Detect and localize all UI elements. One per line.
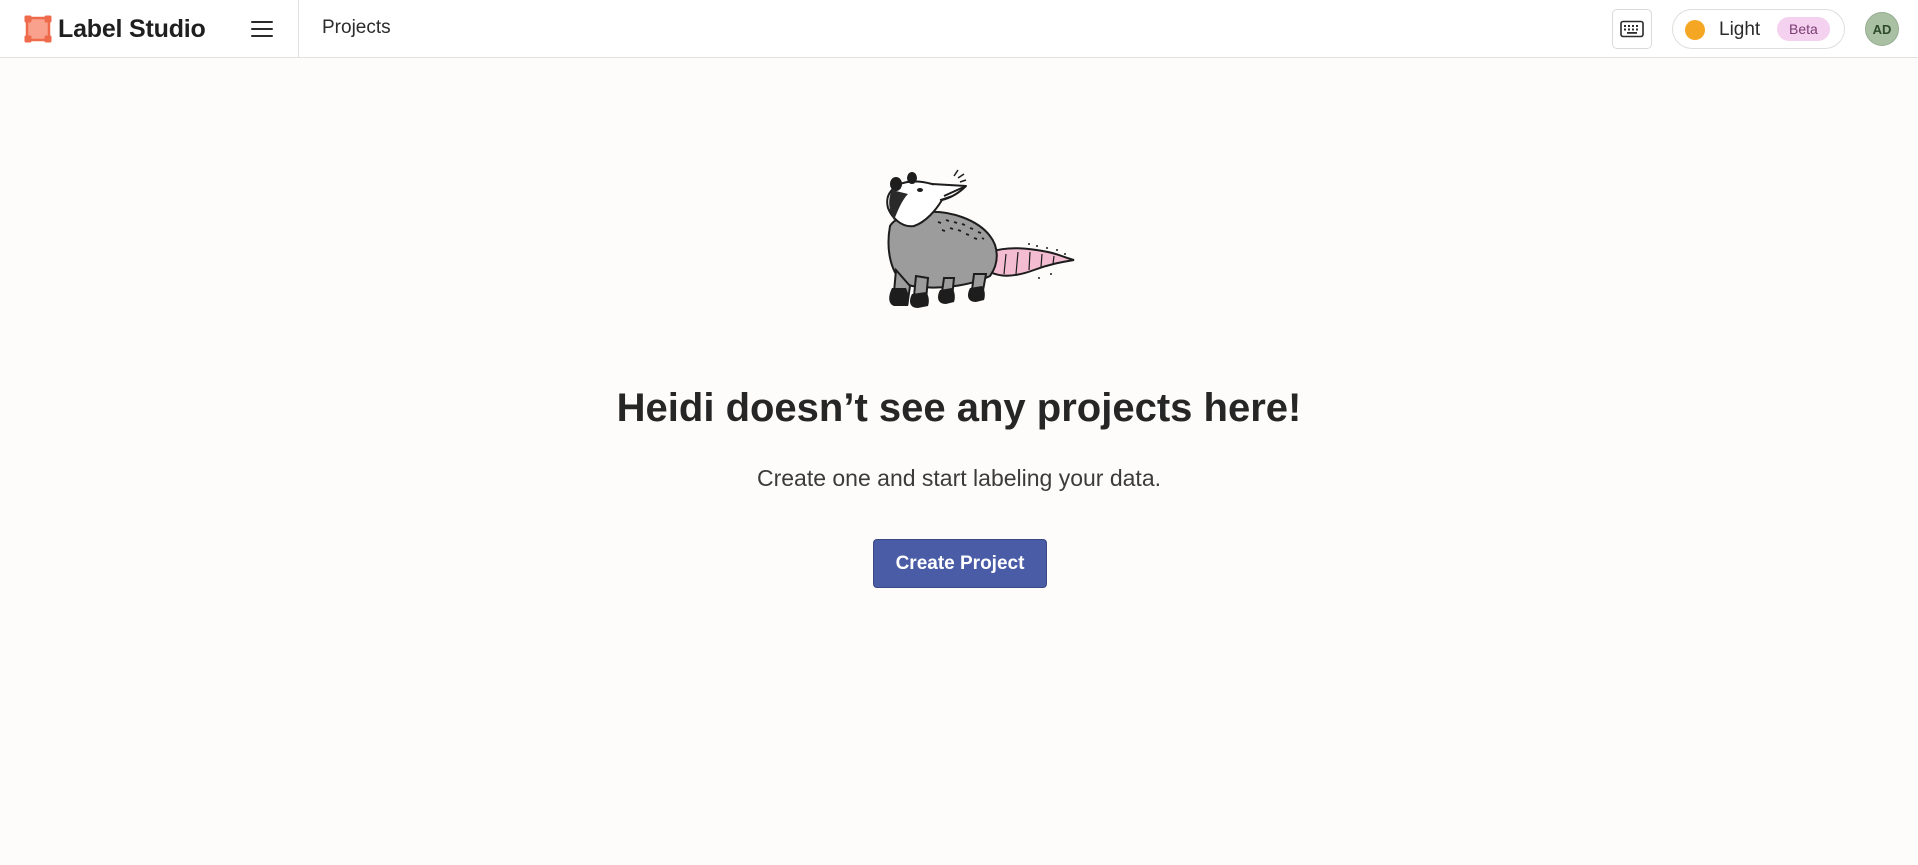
theme-label: Light [1719, 19, 1761, 40]
header-divider [298, 0, 299, 58]
hamburger-menu-icon [251, 21, 273, 37]
keyboard-shortcuts-button[interactable] [1612, 9, 1652, 49]
label-studio-logo[interactable]: Label Studio [24, 14, 206, 44]
theme-toggle[interactable]: Light Beta [1672, 9, 1845, 49]
top-navigation-bar: Label Studio Projects Light Beta AD [0, 0, 1918, 58]
create-project-button[interactable]: Create Project [873, 539, 1047, 588]
keyboard-icon [1620, 20, 1644, 38]
opossum-illustration [886, 169, 1075, 308]
label-studio-logo-icon [24, 15, 52, 43]
breadcrumb-projects[interactable]: Projects [322, 17, 391, 39]
empty-state-title: Heidi doesn’t see any projects here! [616, 386, 1302, 430]
beta-badge: Beta [1777, 17, 1830, 41]
user-avatar[interactable]: AD [1865, 12, 1899, 46]
app-name: Label Studio [58, 14, 206, 43]
hamburger-menu-button[interactable] [247, 14, 277, 44]
sun-icon [1685, 20, 1705, 40]
empty-state-subtitle: Create one and start labeling your data. [756, 465, 1162, 491]
